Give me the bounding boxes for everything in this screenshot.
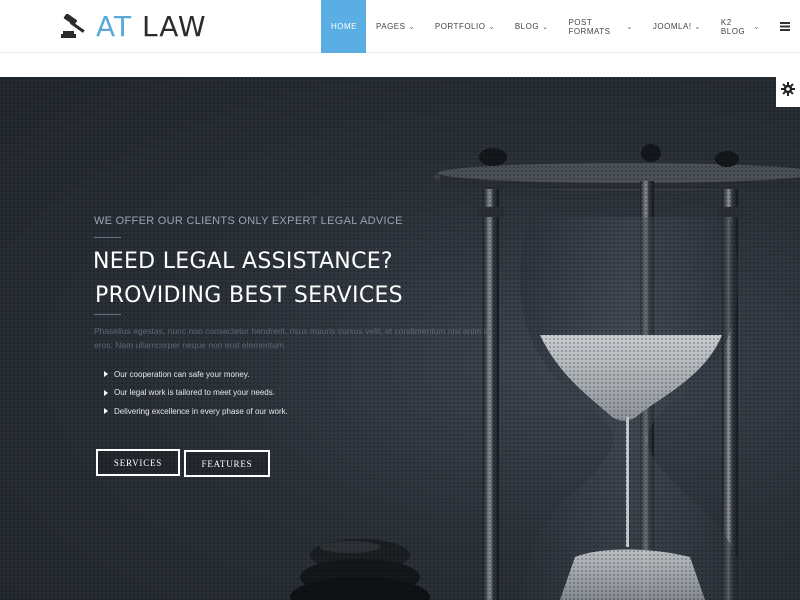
list-item: Our legal work is tailored to meet your … [104,384,288,403]
list-item-text: Our cooperation can safe your money. [114,369,250,379]
triangle-right-icon [104,371,108,378]
nav-item-post-formats[interactable]: POST FORMATS ⌄ [558,0,642,53]
divider [94,237,121,238]
chevron-down-icon: ⌄ [753,23,760,31]
chevron-down-icon: ⌄ [542,23,549,31]
hero-headline-1: NEED LEGAL ASSISTANCE? [93,249,393,274]
nav-label: PAGES [376,22,406,31]
hero-paragraph: Phasellus egestas, nunc non consectetur … [94,326,491,350]
chevron-down-icon: ⌄ [626,23,633,31]
nav-label: BLOG [514,22,540,31]
hero-section: WE OFFER OUR CLIENTS ONLY EXPERT LEGAL A… [0,77,800,600]
triangle-right-icon [104,389,108,396]
chevron-down-icon: ⌄ [488,23,495,31]
chevron-down-icon: ⌄ [408,23,415,31]
logo-prefix: AT [96,10,133,43]
features-button[interactable]: FEATURES [184,450,270,477]
nav-label: JOOMLA! [652,22,692,31]
nav-item-home[interactable]: HOME [321,0,366,53]
nav-label: HOME [331,22,357,31]
nav-item-k2-blog[interactable]: K2 BLOG ⌄ [711,0,770,53]
site-logo[interactable]: AT LAW [60,12,207,42]
settings-button[interactable] [776,75,800,107]
hero-tagline: WE OFFER OUR CLIENTS ONLY EXPERT LEGAL A… [94,215,403,227]
gear-icon [781,81,795,101]
main-nav: HOME PAGES ⌄ PORTFOLIO ⌄ BLOG ⌄ POST FORMAT… [321,0,800,53]
nav-label: PORTFOLIO [434,22,486,31]
nav-item-portfolio[interactable]: PORTFOLIO ⌄ [425,0,505,53]
gavel-icon [60,14,90,40]
site-header: AT LAW HOME PAGES ⌄ PORTFOLIO ⌄ BLOG ⌄ POST… [0,0,800,53]
nav-label: K2 BLOG [720,17,746,36]
triangle-right-icon [104,408,108,415]
list-item-text: Delivering excellence in every phase of … [114,406,288,416]
list-item: Delivering excellence in every phase of … [104,402,288,421]
nav-item-pages[interactable]: PAGES ⌄ [366,0,425,53]
list-item: Our cooperation can safe your money. [104,365,288,384]
list-item-text: Our legal work is tailored to meet your … [114,388,275,398]
nav-label: POST FORMATS [568,17,611,36]
hero-headline-2: PROVIDING BEST SERVICES [95,283,403,308]
divider [94,314,121,315]
logo-text: AT LAW [96,12,207,42]
hamburger-icon [780,18,790,36]
services-button[interactable]: SERVICES [96,449,180,476]
nav-item-blog[interactable]: BLOG ⌄ [505,0,559,53]
chevron-down-icon: ⌄ [694,23,701,31]
feature-list: Our cooperation can safe your money. Our… [104,365,288,421]
header-spacer [0,53,800,77]
hamburger-menu-button[interactable] [770,0,800,53]
logo-name: LAW [142,10,207,43]
nav-item-joomla[interactable]: JOOMLA! ⌄ [643,0,711,53]
